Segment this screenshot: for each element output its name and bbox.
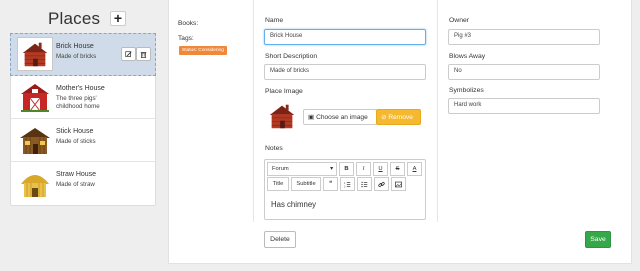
save-button[interactable]: Save (585, 231, 611, 248)
quote-button[interactable]: ❝ (323, 177, 338, 191)
subtitle-button[interactable]: Subtitle (291, 177, 321, 191)
place-image-preview (269, 104, 295, 129)
tags-label: Tags: (178, 35, 194, 42)
svg-text:2: 2 (344, 185, 346, 188)
place-name: Brick House (56, 43, 94, 50)
barn-icon (21, 84, 49, 112)
notes-label: Notes (265, 145, 283, 152)
text-color-button[interactable]: A (407, 162, 422, 176)
caret-down-icon: ▾ (330, 166, 333, 172)
short-description-field[interactable]: Made of bricks (264, 64, 426, 80)
owner-field[interactable]: Pig #3 (448, 29, 600, 45)
image-icon[interactable] (391, 177, 406, 191)
delete-button[interactable]: Delete (264, 231, 296, 248)
name-label: Name (265, 17, 284, 24)
title-button[interactable]: Title (267, 177, 289, 191)
straw-house-icon (21, 175, 49, 197)
place-image-label: Place Image (265, 88, 303, 95)
name-field[interactable]: Brick House (264, 29, 426, 45)
symbolizes-field[interactable]: Hard work (448, 98, 600, 114)
books-label: Books: (178, 20, 199, 27)
list-item-straw-house[interactable]: Straw House Made of straw (11, 162, 155, 205)
place-desc: Made of straw (56, 181, 95, 188)
blows-away-field[interactable]: No (448, 64, 600, 80)
stick-house-icon (20, 128, 50, 154)
ban-icon: ⊘ (381, 114, 387, 121)
image-icon: ▣ (308, 114, 315, 121)
choose-image-label: Choose an image (316, 114, 368, 121)
divider (253, 0, 254, 222)
list-item-brick-house[interactable]: Brick House Made of bricks (10, 33, 156, 76)
place-desc: Made of bricks (56, 53, 97, 60)
place-name: Straw House (56, 171, 97, 178)
list-item-stick-house[interactable]: Stick House Made of sticks (11, 119, 155, 162)
remove-label: Remove (388, 114, 413, 121)
ordered-list-icon[interactable]: 12 (340, 177, 355, 191)
italic-button[interactable]: I (356, 162, 371, 176)
link-icon[interactable] (374, 177, 389, 191)
places-title: Places (48, 9, 101, 28)
place-desc: Made of sticks (56, 138, 96, 145)
edit-icon[interactable] (121, 47, 136, 61)
font-select[interactable]: Forum ▾ (267, 162, 337, 176)
short-description-label: Short Description (265, 53, 318, 60)
status-tag[interactable]: Status: Considering (179, 46, 227, 55)
places-list: Brick House Made of bricks Mother's Hous… (10, 33, 156, 206)
place-name: Stick House (56, 128, 94, 135)
svg-text:1: 1 (344, 182, 346, 185)
choose-image-button[interactable]: ▣ Choose an image (303, 109, 377, 125)
notes-editor[interactable]: Forum ▾ B I U S A Title Subtitle ❝ 12 Ha… (264, 159, 426, 220)
owner-label: Owner (449, 17, 470, 24)
place-desc: The three pigs' childhood home (56, 95, 100, 110)
list-item-mothers-house[interactable]: Mother's House The three pigs' childhood… (11, 76, 155, 119)
add-place-button[interactable]: + (110, 11, 126, 26)
place-name: Mother's House (56, 85, 105, 92)
bullet-list-icon[interactable] (357, 177, 372, 191)
brick-house-icon (17, 37, 53, 71)
font-select-value: Forum (272, 166, 289, 172)
underline-button[interactable]: U (373, 162, 388, 176)
strikethrough-button[interactable]: S (390, 162, 405, 176)
remove-image-button[interactable]: ⊘ Remove (376, 109, 421, 125)
symbolizes-label: Symbolizes (449, 87, 484, 94)
trash-icon[interactable] (136, 47, 151, 61)
blows-away-label: Blows Away (449, 53, 486, 60)
bold-button[interactable]: B (339, 162, 354, 176)
place-editor-panel: Books: Tags: Status: Considering Name Br… (168, 0, 632, 264)
places-sidebar: Places + Brick House Made of bricks Moth… (10, 0, 156, 271)
divider (437, 0, 438, 222)
notes-text[interactable]: Has chimney (271, 200, 316, 209)
